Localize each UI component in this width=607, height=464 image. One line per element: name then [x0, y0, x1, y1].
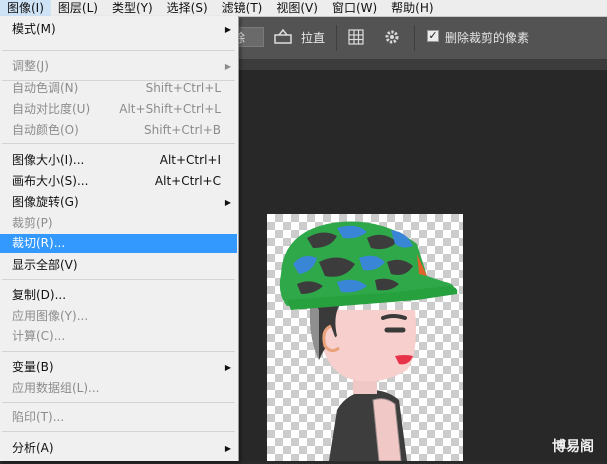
menu-item-auto-contrast[interactable]: 自动对比度(U) Alt+Shift+Ctrl+L — [0, 100, 237, 119]
menu-item-auto-color[interactable]: 自动颜色(O) Shift+Ctrl+B — [0, 121, 237, 140]
menu-item-trim[interactable]: 裁切(R)... — [0, 234, 237, 253]
submenu-arrow-icon: ▶ — [224, 363, 231, 372]
menu-bar: 图像(I) 图层(L) 类型(Y) 选择(S) 滤镜(T) 视图(V) 窗口(W… — [0, 0, 607, 17]
image-menu-dropdown: 模式(M) ▶ 调整(J) ▶ 自动色调(N) Shift+Ctrl+L 自动对… — [0, 16, 239, 461]
menu-item-label: 应用数据组(L)... — [12, 381, 100, 395]
menu-divider — [2, 402, 235, 403]
menu-item-label: 画布大小(S)... — [12, 174, 89, 188]
menu-item-label: 变量(B) — [12, 360, 54, 374]
options-divider — [414, 25, 415, 51]
menu-item-shortcut: Alt+Ctrl+I — [159, 153, 221, 167]
menu-item-adjustments[interactable]: 调整(J) ▶ — [0, 57, 237, 76]
menu-item-label: 自动对比度(U) — [12, 102, 91, 116]
menu-item-shortcut: Shift+Ctrl+L — [145, 81, 221, 95]
menu-item-crop[interactable]: 裁剪(P) — [0, 214, 237, 233]
menu-item-canvas-size[interactable]: 画布大小(S)... Alt+Ctrl+C — [0, 172, 237, 191]
menu-view[interactable]: 视图(V) — [269, 0, 325, 16]
menu-divider — [2, 279, 235, 280]
menu-item-label: 陷印(T)... — [12, 410, 65, 424]
menu-item-calculations[interactable]: 计算(C)... — [0, 327, 237, 346]
menu-layer[interactable]: 图层(L) — [51, 0, 105, 16]
delete-cropped-label[interactable]: 删除裁剪的像素 — [445, 28, 529, 48]
menu-item-variables[interactable]: 变量(B) ▶ — [0, 358, 237, 377]
submenu-arrow-icon: ▶ — [224, 25, 231, 34]
menu-item-shortcut: Shift+Ctrl+B — [144, 123, 221, 137]
menu-item-label: 裁切(R)... — [12, 236, 66, 250]
menu-item-label: 计算(C)... — [12, 329, 66, 343]
menu-item-label: 裁剪(P) — [12, 216, 53, 230]
menu-item-duplicate[interactable]: 复制(D)... — [0, 286, 237, 305]
gear-icon[interactable] — [384, 29, 402, 45]
menu-item-label: 自动色调(N) — [12, 81, 79, 95]
menu-item-label: 分析(A) — [12, 441, 54, 455]
menu-divider — [2, 351, 235, 352]
menu-item-label: 调整(J) — [12, 59, 49, 73]
menu-select[interactable]: 选择(S) — [160, 0, 215, 16]
menu-item-apply-data-set[interactable]: 应用数据组(L)... — [0, 379, 237, 398]
menu-help[interactable]: 帮助(H) — [384, 0, 440, 16]
straighten-label[interactable]: 拉直 — [301, 28, 325, 48]
watermark-text: 博易阁 — [552, 439, 594, 455]
menu-item-label: 图像旋转(G) — [12, 195, 79, 209]
menu-window[interactable]: 窗口(W) — [325, 0, 384, 16]
document-canvas[interactable] — [267, 214, 463, 462]
menu-image[interactable]: 图像(I) — [0, 0, 51, 16]
menu-item-apply-image[interactable]: 应用图像(Y)... — [0, 307, 237, 326]
menu-item-label: 自动颜色(O) — [12, 123, 79, 137]
eyebrow-shape — [381, 314, 407, 320]
submenu-arrow-icon: ▶ — [224, 444, 231, 453]
menu-divider — [2, 143, 235, 144]
menu-item-label: 图像大小(I)... — [12, 153, 85, 167]
menu-divider — [2, 431, 235, 432]
menu-filter[interactable]: 滤镜(T) — [215, 0, 270, 16]
menu-item-image-rotation[interactable]: 图像旋转(G) ▶ — [0, 193, 237, 212]
menu-item-reveal-all[interactable]: 显示全部(V) — [0, 256, 237, 275]
menu-item-trap[interactable]: 陷印(T)... — [0, 408, 237, 427]
menu-item-mode[interactable]: 模式(M) ▶ — [0, 20, 237, 39]
grid-overlay-icon[interactable] — [348, 29, 366, 45]
menu-item-label: 复制(D)... — [12, 288, 67, 302]
menu-divider — [2, 50, 235, 51]
menu-item-auto-tone[interactable]: 自动色调(N) Shift+Ctrl+L — [0, 79, 237, 98]
menu-item-shortcut: Alt+Shift+Ctrl+L — [119, 102, 221, 116]
menu-item-analysis[interactable]: 分析(A) ▶ — [0, 439, 237, 458]
options-divider — [336, 25, 337, 51]
delete-cropped-checkbox[interactable]: ✓ — [427, 30, 439, 42]
menu-item-label: 显示全部(V) — [12, 258, 78, 272]
menu-type[interactable]: 类型(Y) — [105, 0, 160, 16]
submenu-arrow-icon: ▶ — [224, 198, 231, 207]
menu-item-label: 应用图像(Y)... — [12, 309, 89, 323]
menu-item-shortcut: Alt+Ctrl+C — [154, 174, 221, 188]
straighten-icon[interactable] — [274, 28, 292, 45]
submenu-arrow-icon: ▶ — [224, 62, 231, 71]
cartoon-boy-illustration — [279, 221, 458, 462]
menu-item-label: 模式(M) — [12, 22, 56, 36]
menu-item-image-size[interactable]: 图像大小(I)... Alt+Ctrl+I — [0, 151, 237, 170]
